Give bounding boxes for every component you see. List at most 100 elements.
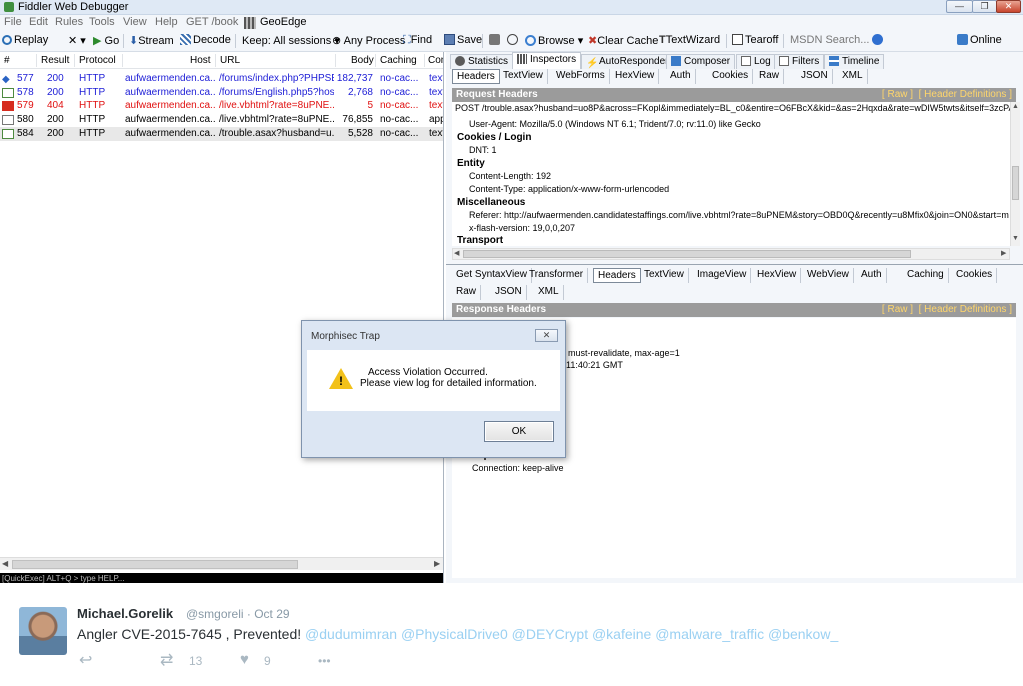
retweet-icon[interactable]: ⇄	[160, 650, 173, 670]
timer-button[interactable]	[507, 34, 520, 46]
session-horizontal-scrollbar[interactable]: ◀ ▶	[0, 557, 443, 570]
col-body[interactable]: Body	[351, 55, 374, 66]
tweet-author-name[interactable]: Michael.Gorelik	[77, 606, 173, 621]
scroll-up-icon[interactable]: ▲	[1012, 103, 1019, 110]
menu-file[interactable]: File	[4, 16, 22, 28]
tab-autoresponder[interactable]: ⚡AutoResponder	[581, 54, 674, 69]
scroll-left-icon[interactable]: ◀	[454, 249, 459, 257]
request-horizontal-scrollbar[interactable]: ◀ ▶	[452, 248, 1010, 260]
keep-sessions-dropdown[interactable]: Keep: All sessions ▾	[242, 34, 340, 47]
req-tab-raw[interactable]: Raw	[755, 69, 785, 84]
col-host[interactable]: Host	[190, 55, 211, 66]
go-button[interactable]: ▶ Go	[93, 34, 119, 47]
tab-filters[interactable]: Filters	[774, 54, 825, 69]
cell-id: 580	[17, 114, 34, 126]
tab-timeline[interactable]: Timeline	[824, 54, 885, 69]
clear-cache-button[interactable]: ✖Clear Cache	[588, 34, 658, 47]
col-content[interactable]: Con	[428, 55, 443, 66]
maximize-button[interactable]: ❐	[972, 0, 997, 13]
col-number[interactable]: #	[4, 55, 10, 66]
req-tab-textview[interactable]: TextView	[499, 69, 548, 84]
menu-help[interactable]: Help	[155, 16, 178, 28]
scroll-right-icon[interactable]: ▶	[1001, 249, 1006, 257]
req-tab-hexview[interactable]: HexView	[611, 69, 660, 84]
menu-rules[interactable]: Rules	[55, 16, 83, 28]
help-button[interactable]	[872, 34, 885, 46]
menu-tools[interactable]: Tools	[89, 16, 115, 28]
resp-tab-xml[interactable]: XML	[534, 285, 564, 300]
reply-icon[interactable]: ↩	[79, 650, 92, 670]
request-raw-link[interactable]: [ Raw ]	[882, 89, 913, 100]
screenshot-button[interactable]	[489, 34, 502, 46]
table-row[interactable]: ◆ 577 200 HTTP aufwaermenden.ca... /forums/in…	[0, 72, 443, 86]
pane-splitter[interactable]	[446, 264, 1023, 265]
req-tab-json[interactable]: JSON	[797, 69, 833, 84]
textwizard-button[interactable]: TTextWizard	[659, 34, 720, 46]
request-definitions-link[interactable]: [ Header Definitions ]	[919, 89, 1012, 100]
req-tab-xml[interactable]: XML	[838, 69, 868, 84]
online-indicator[interactable]: Online	[957, 34, 1002, 46]
col-result[interactable]: Result	[41, 55, 69, 66]
decode-button[interactable]: Decode	[180, 34, 231, 46]
req-tab-cookies[interactable]: Cookies	[708, 69, 754, 84]
find-button[interactable]: ⛶Find	[403, 34, 432, 47]
tab-composer[interactable]: Composer	[666, 54, 736, 69]
minimize-button[interactable]: —	[946, 0, 973, 13]
scroll-down-icon[interactable]: ▼	[1012, 235, 1019, 242]
req-tab-auth[interactable]: Auth	[666, 69, 696, 84]
replay-button[interactable]: Replay	[2, 34, 48, 46]
resp-tab-textview[interactable]: TextView	[640, 268, 689, 283]
scroll-right-icon[interactable]: ▶	[434, 559, 440, 568]
col-url[interactable]: URL	[220, 55, 240, 66]
browse-button[interactable]: Browse ▾	[525, 34, 583, 47]
table-row[interactable]: 579 404 HTTP aufwaermenden.ca... /live.vbhtm…	[0, 99, 443, 113]
tweet-mentions[interactable]: @dudumimran @PhysicalDrive0 @DEYCrypt @k…	[305, 626, 838, 642]
response-definitions-link[interactable]: [ Header Definitions ]	[919, 304, 1012, 315]
resp-tab-hexview[interactable]: HexView	[753, 268, 802, 283]
any-process-button[interactable]: ⊕ Any Process	[332, 34, 405, 47]
scrollbar-thumb[interactable]	[1012, 166, 1019, 200]
scrollbar-thumb[interactable]	[12, 560, 298, 569]
quickexec-input[interactable]: [QuickExec] ALT+Q > type HELP...	[0, 573, 443, 583]
tab-statistics[interactable]: Statistics	[450, 54, 514, 69]
resp-tab-headers[interactable]: Headers	[593, 268, 641, 283]
menu-view[interactable]: View	[123, 16, 147, 28]
msdn-search-input[interactable]: MSDN Search...	[790, 34, 869, 46]
menu-edit[interactable]: Edit	[29, 16, 48, 28]
close-window-button[interactable]: ✕	[996, 0, 1021, 13]
tab-log[interactable]: Log	[736, 54, 776, 69]
col-caching[interactable]: Caching	[380, 55, 417, 66]
more-icon[interactable]: •••	[318, 654, 331, 668]
request-vertical-scrollbar[interactable]: ▲ ▼	[1010, 102, 1020, 246]
tab-inspectors[interactable]: Inspectors	[512, 52, 582, 69]
resp-tab-syntaxview[interactable]: Get SyntaxView	[452, 268, 532, 283]
resp-tab-webview[interactable]: WebView	[803, 268, 854, 283]
like-icon[interactable]: ♥	[240, 651, 249, 668]
response-raw-link[interactable]: [ Raw ]	[882, 304, 913, 315]
tweet-handle[interactable]: @smgoreli · Oct 29	[186, 607, 290, 621]
avatar[interactable]	[19, 607, 67, 655]
tearoff-button[interactable]: Tearoff	[732, 34, 778, 46]
dialog-close-button[interactable]: ✕	[535, 329, 558, 342]
save-button[interactable]: Save	[444, 34, 482, 46]
resp-tab-json[interactable]: JSON	[491, 285, 527, 300]
resp-tab-cookies[interactable]: Cookies	[952, 268, 998, 283]
resp-tab-auth[interactable]: Auth	[857, 268, 887, 283]
stream-button[interactable]: ⬇Stream	[129, 34, 174, 47]
menu-geoedge[interactable]: GeoEdge	[260, 16, 306, 28]
col-protocol[interactable]: Protocol	[79, 55, 116, 66]
ok-button[interactable]: OK	[484, 421, 554, 442]
scroll-left-icon[interactable]: ◀	[2, 559, 8, 568]
table-row[interactable]: 580 200 HTTP aufwaermenden.ca... /live.vbhtm…	[0, 113, 443, 127]
scrollbar-thumb[interactable]	[463, 250, 911, 258]
table-row[interactable]: 578 200 HTTP aufwaermenden.ca... /forums/Eng…	[0, 86, 443, 100]
resp-tab-transformer[interactable]: Transformer	[525, 268, 589, 283]
req-tab-webforms[interactable]: WebForms	[552, 69, 610, 84]
resp-tab-imageview[interactable]: ImageView	[693, 268, 752, 283]
menu-get-book[interactable]: GET /book	[186, 16, 238, 28]
req-tab-headers[interactable]: Headers	[452, 69, 500, 84]
resp-tab-caching[interactable]: Caching	[903, 268, 949, 283]
remove-button[interactable]: ✕ ▾	[68, 34, 86, 47]
resp-tab-raw[interactable]: Raw	[452, 285, 482, 300]
table-row[interactable]: 584 200 HTTP aufwaermenden.ca... /trouble.as…	[0, 126, 443, 141]
